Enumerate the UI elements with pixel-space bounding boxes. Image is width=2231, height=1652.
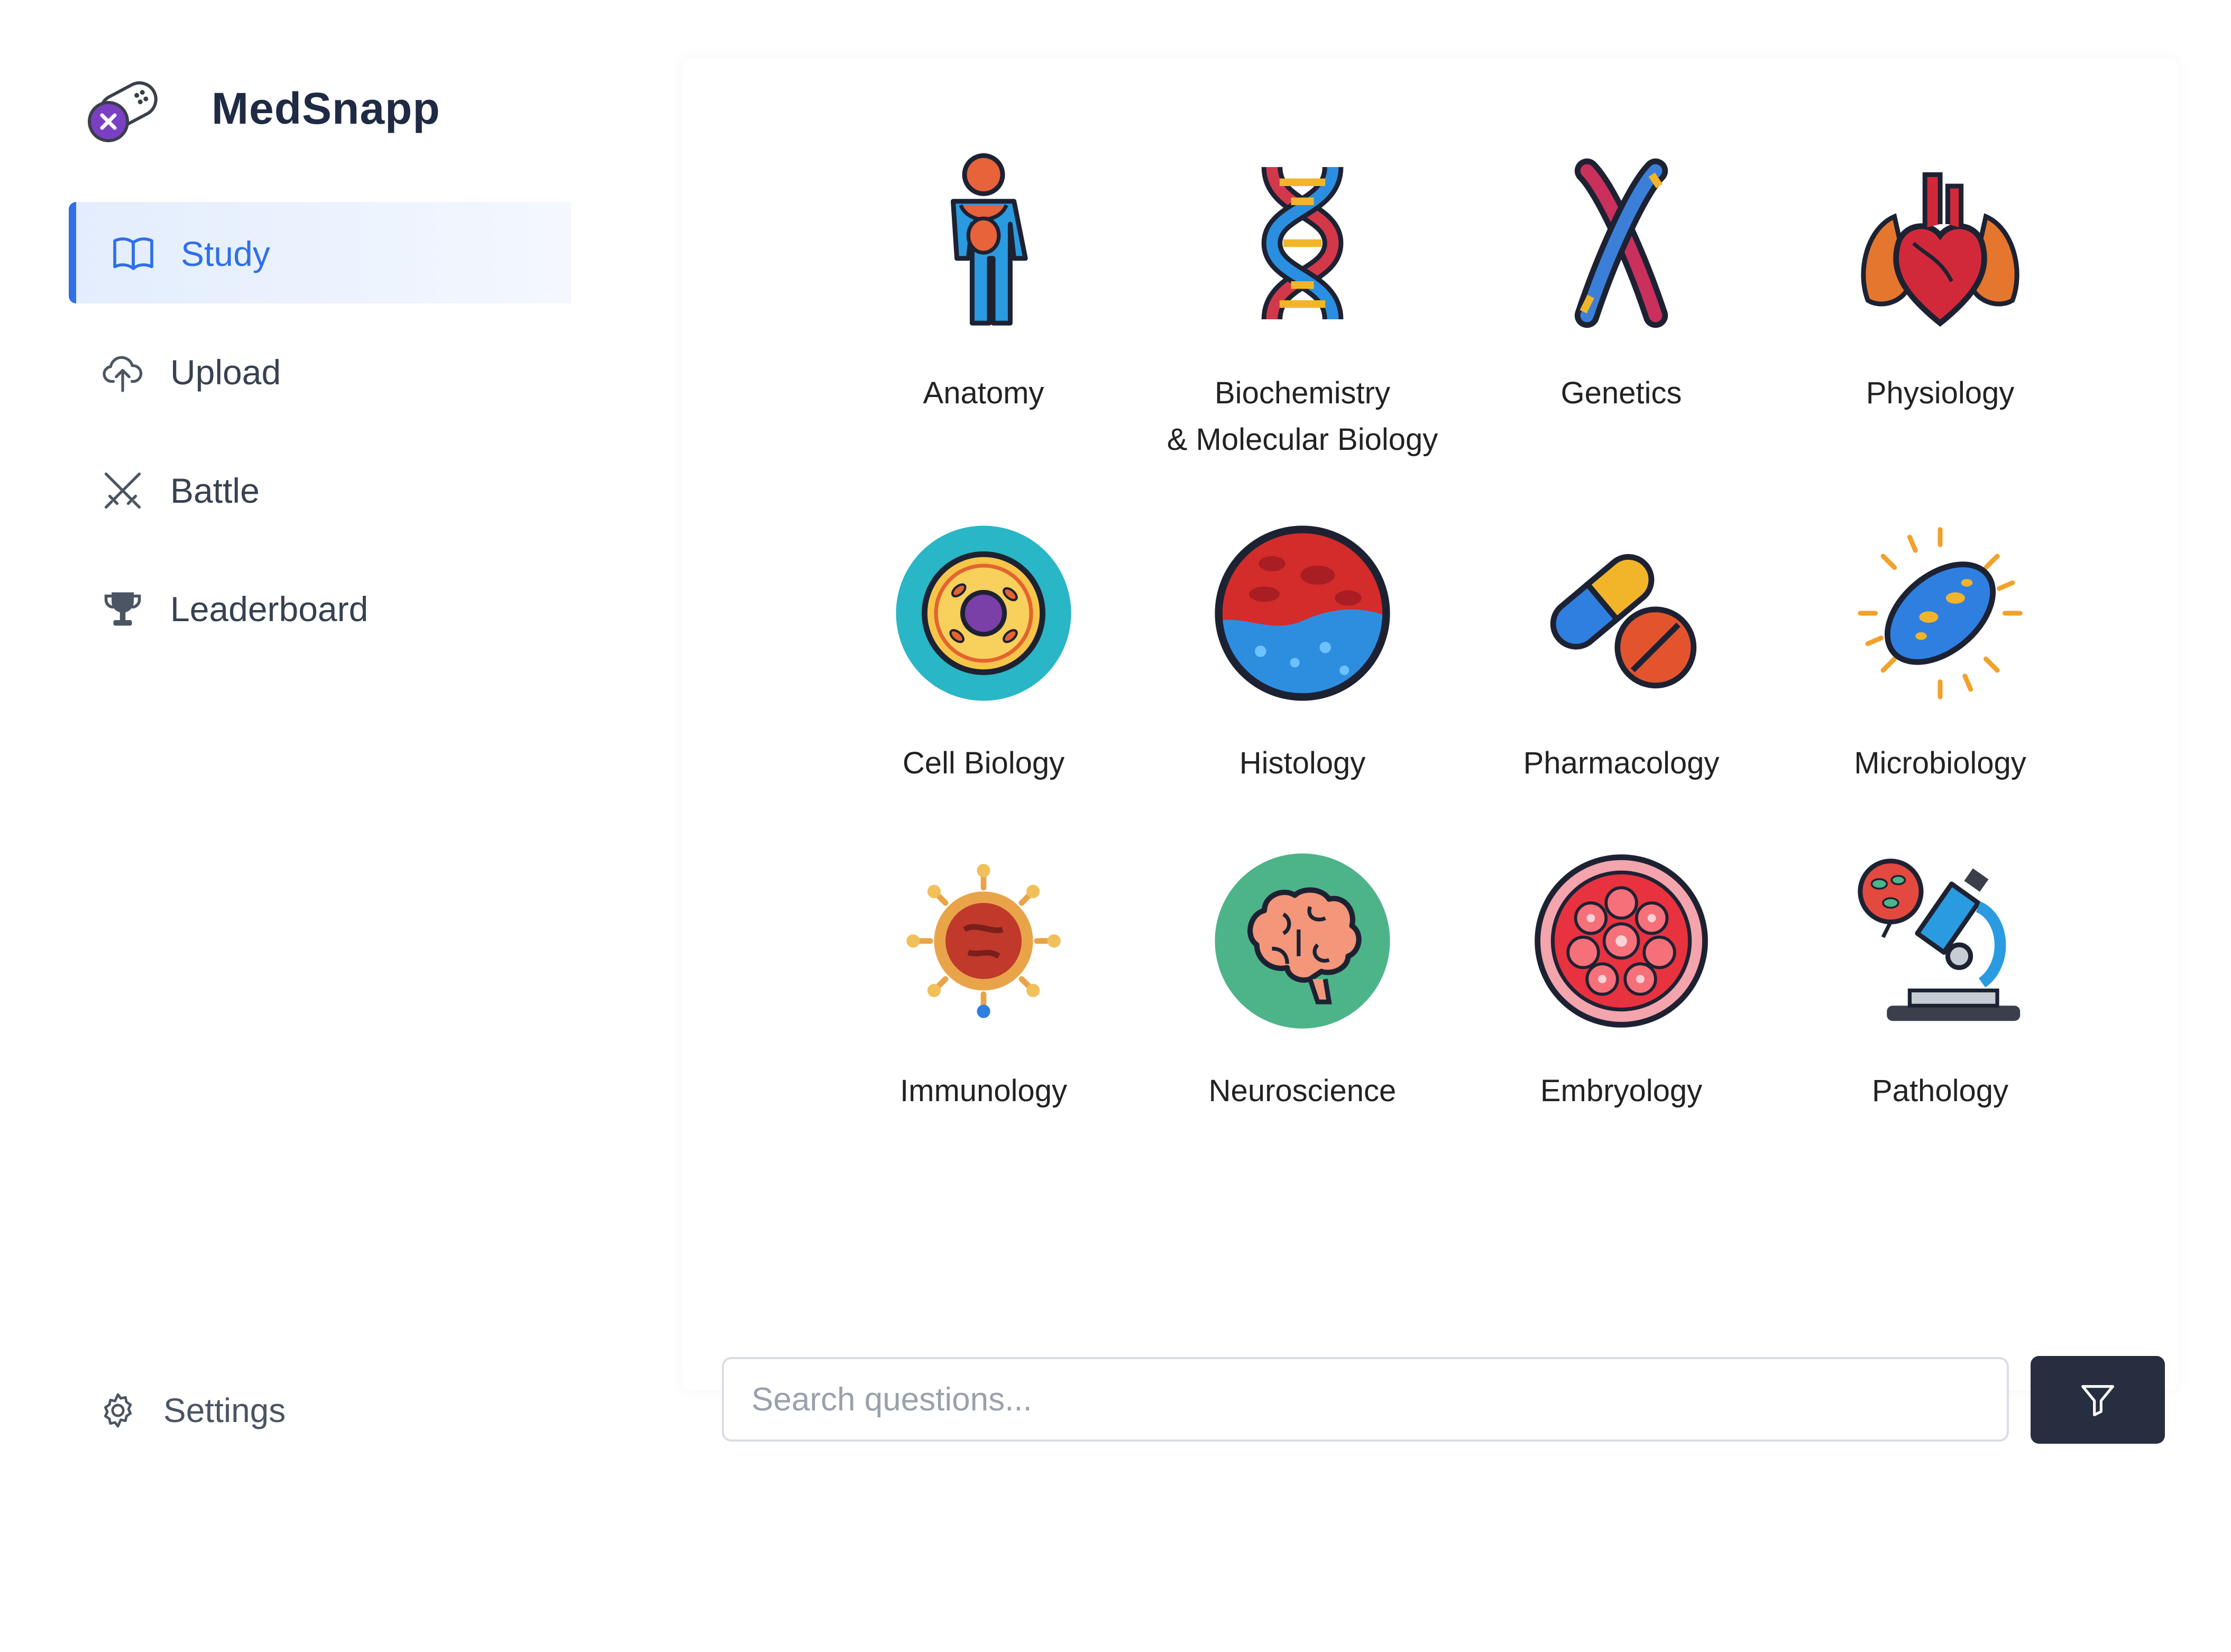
subject-label: Physiology (1866, 376, 2015, 410)
sidebar-item-label: Upload (170, 353, 281, 392)
subject-label: Biochemistry & Molecular Biology (1167, 376, 1438, 457)
subject-label: Neuroscience (1208, 1074, 1397, 1108)
brain-icon (1215, 853, 1390, 1029)
sidebar-item-leaderboard[interactable]: Leaderboard (69, 557, 571, 659)
tissue-icon (1215, 525, 1390, 701)
subject-label: Immunology (900, 1074, 1067, 1108)
gear-icon (104, 1393, 132, 1428)
subject-label: Anatomy (923, 376, 1044, 410)
subject-label: Pathology (1872, 1074, 2008, 1108)
sidebar-nav: Study Upload Battle Leaderboard (69, 202, 571, 676)
subject-microbiology[interactable]: Microbiology (1782, 518, 2099, 787)
subject-genetics[interactable]: Genetics (1463, 148, 1780, 417)
pills-icon (1550, 554, 1697, 689)
gamepad-logo-icon (88, 81, 158, 142)
brand[interactable]: MedSnapp (85, 69, 440, 148)
subject-immunology[interactable]: Immunology (825, 846, 1142, 1114)
main-panel: Anatomy Biochemistry & Molecular Biology… (682, 58, 2179, 1390)
subject-label: Cell Biology (902, 746, 1065, 780)
virus-icon (906, 864, 1061, 1018)
search-input[interactable] (722, 1357, 2009, 1442)
subject-neuroscience[interactable]: Neuroscience (1144, 846, 1461, 1114)
subject-embryology[interactable]: Embryology (1463, 846, 1780, 1114)
subject-label: Histology (1239, 746, 1366, 780)
cell-icon (896, 525, 1071, 701)
book-open-icon (113, 237, 153, 270)
subject-label: Genetics (1560, 376, 1682, 410)
sidebar-item-battle[interactable]: Battle (69, 439, 571, 540)
subject-physiology[interactable]: Physiology (1782, 148, 2099, 417)
app-name: MedSnapp (212, 83, 440, 133)
embryo-icon (1535, 854, 1708, 1028)
subject-label: Embryology (1540, 1074, 1703, 1108)
human-body-icon (950, 153, 1028, 326)
crossed-swords-icon (104, 472, 141, 509)
sidebar-item-label: Battle (170, 471, 260, 510)
sidebar-item-label: Leaderboard (170, 589, 369, 629)
sidebar-item-study[interactable]: Study (69, 202, 571, 303)
bacterium-icon (1858, 527, 2023, 699)
sidebar-item-label: Study (181, 234, 270, 273)
trophy-icon (104, 592, 141, 626)
subject-biochemistry[interactable]: Biochemistry & Molecular Biology (1144, 148, 1461, 463)
sidebar-item-upload[interactable]: Upload (69, 320, 571, 422)
heart-lungs-icon (1861, 172, 2019, 327)
filter-button[interactable] (2031, 1356, 2165, 1444)
sidebar: MedSnapp Study Upload Battle Leaderboard… (0, 0, 608, 1652)
subject-pharmacology[interactable]: Pharmacology (1463, 518, 1780, 787)
subject-anatomy[interactable]: Anatomy (825, 148, 1142, 417)
dna-helix-icon (1261, 166, 1344, 320)
sidebar-item-settings[interactable]: Settings (98, 1390, 286, 1430)
filter-icon (2081, 1385, 2115, 1417)
chromosome-icon (1574, 158, 1668, 328)
subject-histology[interactable]: Histology (1144, 518, 1461, 787)
subject-label: Microbiology (1854, 746, 2026, 780)
subject-label: Pharmacology (1523, 746, 1720, 780)
microscope-icon (1858, 859, 2021, 1021)
subject-pathology[interactable]: Pathology (1782, 846, 2099, 1114)
settings-label: Settings (163, 1391, 286, 1429)
cloud-upload-icon (103, 356, 143, 392)
subject-cell-biology[interactable]: Cell Biology (825, 518, 1142, 787)
